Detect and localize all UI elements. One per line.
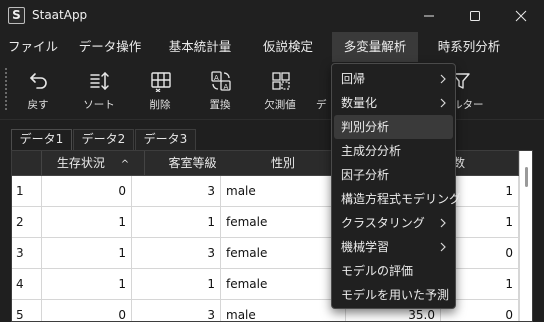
menu-item-principal-component-analysis[interactable]: 主成分分析: [334, 139, 453, 163]
maximize-button[interactable]: [452, 0, 498, 32]
replace-icon: A A: [211, 71, 231, 91]
cell-sex[interactable]: male: [221, 176, 346, 207]
vertical-scrollbar[interactable]: [519, 151, 532, 321]
menu-item-label: 数量化: [341, 96, 378, 110]
cell-sex[interactable]: female: [221, 207, 346, 238]
tab-data2[interactable]: データ2: [73, 129, 134, 150]
sort-ascending-icon: ^: [120, 159, 130, 170]
delete-button[interactable]: 削除: [134, 66, 186, 114]
cell-sex[interactable]: female: [221, 238, 346, 269]
row-number[interactable]: 1: [12, 176, 42, 207]
menu-bar: ファイル データ操作 基本統計量 仮説検定 多変量解析 時系列分析: [0, 32, 544, 62]
column-header-survived[interactable]: 生存状況 ^: [42, 151, 145, 176]
menu-item-label: 因子分析: [341, 168, 390, 182]
scrollbar-thumb[interactable]: [525, 167, 528, 187]
menu-item-structural-equation-modeling[interactable]: 構造方程式モデリング: [334, 187, 461, 211]
maximize-icon: [470, 11, 480, 21]
cell-sex[interactable]: male: [221, 300, 346, 321]
row-number[interactable]: 3: [12, 238, 42, 269]
undo-icon: [30, 73, 47, 89]
menu-item-quantification[interactable]: 数量化: [334, 91, 453, 115]
column-header-label: 生存状況: [56, 156, 105, 170]
menu-item-model-evaluation[interactable]: モデルの評価: [334, 259, 453, 283]
replace-button[interactable]: A A 置換: [194, 66, 246, 114]
toolbar: 戻す ソート 削除 A A 置換 欠測値 デ ルター: [0, 62, 544, 120]
undo-button[interactable]: 戻す: [12, 66, 64, 114]
cell-survived[interactable]: 0: [42, 300, 132, 321]
sort-icon: [90, 71, 109, 91]
menu-item-prediction-with-model[interactable]: モデルを用いた予測: [334, 283, 453, 307]
multivariate-dropdown-menu: 回帰 数量化 判別分析 主成分分析 因子分析 構造方程式モデリング クラスタリン…: [331, 63, 461, 309]
undo-label: 戻す: [27, 99, 49, 111]
menu-item-factor-analysis[interactable]: 因子分析: [334, 163, 453, 187]
sort-label: ソート: [83, 99, 115, 111]
chevron-right-icon: [440, 218, 446, 228]
menu-item-label: 主成分分析: [341, 144, 402, 158]
menu-item-label: モデルを用いた予測: [341, 288, 450, 302]
cell-pclass[interactable]: 1: [132, 207, 221, 238]
data-button-label: デ: [316, 99, 327, 111]
menu-item-label: 回帰: [341, 72, 366, 86]
cell-survived[interactable]: 1: [42, 269, 132, 300]
delete-grid-icon: [151, 72, 171, 92]
tab-data3[interactable]: データ3: [135, 129, 196, 150]
toolbar-grip[interactable]: [5, 68, 7, 110]
menu-item-discriminant-analysis[interactable]: 判別分析: [334, 115, 453, 139]
tab-data1[interactable]: データ1: [11, 129, 72, 150]
cell-survived[interactable]: 0: [42, 176, 132, 207]
minimize-button[interactable]: [406, 0, 452, 32]
app-icon: S: [8, 7, 25, 24]
chevron-right-icon: [440, 74, 446, 84]
cell-pclass[interactable]: 3: [132, 176, 221, 207]
missing-values-label: 欠測値: [264, 99, 296, 111]
missing-values-button[interactable]: 欠測値: [254, 66, 306, 114]
menu-item-label: 構造方程式モデリング: [341, 192, 462, 206]
menu-item-regression[interactable]: 回帰: [334, 67, 453, 91]
corner-header[interactable]: [12, 151, 42, 176]
menu-time-series-analysis[interactable]: 時系列分析: [428, 32, 510, 62]
close-icon: [515, 10, 527, 22]
menu-multivariate-analysis[interactable]: 多変量解析: [332, 32, 418, 62]
filter-label: ルター: [452, 99, 484, 111]
close-button[interactable]: [498, 0, 544, 32]
replace-label: 置換: [209, 99, 231, 111]
chevron-right-icon: [440, 242, 446, 252]
delete-label: 削除: [149, 99, 171, 111]
cell-pclass[interactable]: 3: [132, 300, 221, 321]
minimize-icon: [424, 15, 434, 17]
cell-pclass[interactable]: 3: [132, 238, 221, 269]
menu-item-clustering[interactable]: クラスタリング: [334, 211, 453, 235]
row-number[interactable]: 5: [12, 300, 42, 321]
cell-sex[interactable]: female: [221, 269, 346, 300]
menu-item-label: 機械学習: [341, 240, 390, 254]
svg-text:A: A: [224, 83, 229, 91]
title-bar: S StaatApp: [0, 0, 544, 32]
cell-survived[interactable]: 1: [42, 207, 132, 238]
menu-item-label: 判別分析: [341, 120, 390, 134]
column-header-sex[interactable]: 性別: [221, 151, 346, 176]
cell-pclass[interactable]: 1: [132, 269, 221, 300]
menu-data-operations[interactable]: データ操作: [72, 32, 148, 62]
menu-item-label: クラスタリング: [341, 216, 425, 230]
svg-text:A: A: [214, 74, 219, 82]
window-title: StaatApp: [32, 8, 88, 22]
sort-button[interactable]: ソート: [73, 66, 125, 114]
row-number[interactable]: 2: [12, 207, 42, 238]
menu-basic-statistics[interactable]: 基本統計量: [158, 32, 242, 62]
cell-survived[interactable]: 1: [42, 238, 132, 269]
data-button-partial[interactable]: デ: [306, 66, 332, 114]
missing-values-icon: [272, 72, 290, 90]
menu-hypothesis-testing[interactable]: 仮説検定: [252, 32, 324, 62]
row-number[interactable]: 4: [12, 269, 42, 300]
menu-item-machine-learning[interactable]: 機械学習: [334, 235, 453, 259]
chevron-right-icon: [440, 98, 446, 108]
menu-file[interactable]: ファイル: [6, 32, 60, 62]
menu-item-label: モデルの評価: [341, 264, 414, 278]
